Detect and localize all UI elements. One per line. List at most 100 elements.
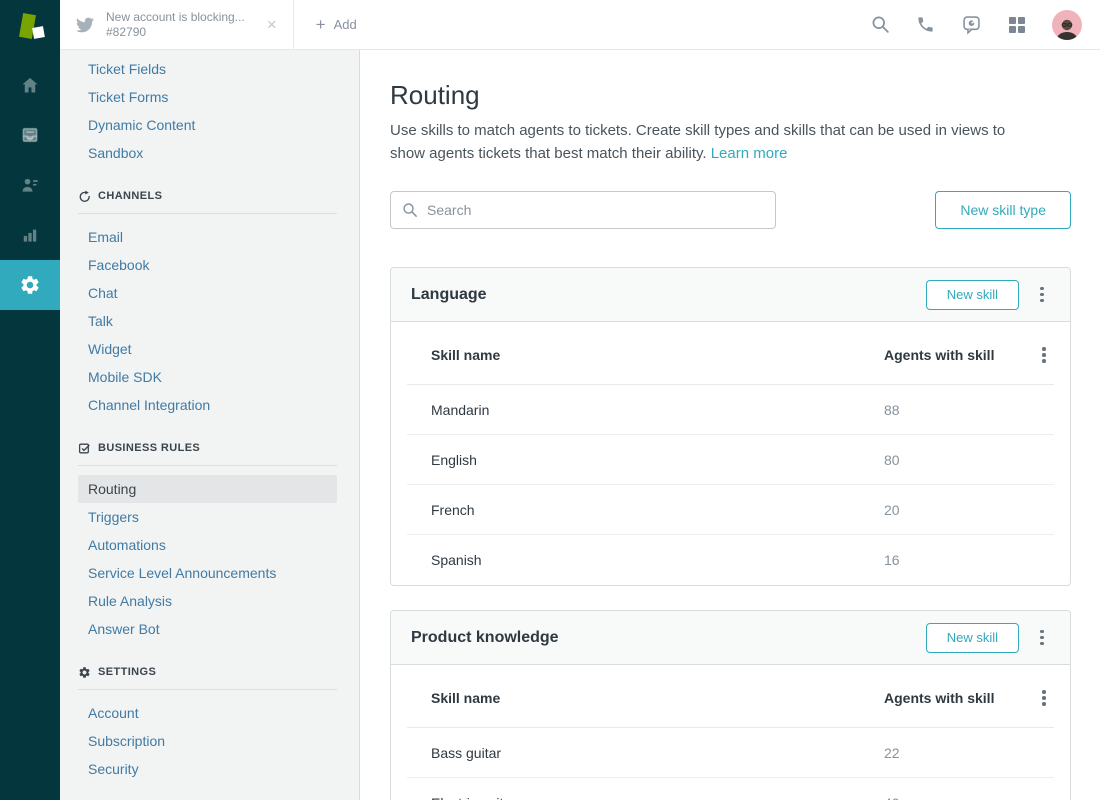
skill-name-cell: French xyxy=(407,502,884,518)
skill-name-cell: Spanish xyxy=(407,552,884,568)
sidebar-item-automations[interactable]: Automations xyxy=(78,531,337,559)
page-description-text: Use skills to match agents to tickets. C… xyxy=(390,122,1005,162)
plus-icon: + xyxy=(316,15,326,35)
add-label: Add xyxy=(334,17,357,32)
table-row[interactable]: Mandarin 88 xyxy=(407,385,1054,435)
column-header-skill-name: Skill name xyxy=(407,347,884,363)
sidebar-item-channel-integration[interactable]: Channel Integration xyxy=(78,391,337,419)
table-row[interactable]: English 80 xyxy=(407,435,1054,485)
topbar: New account is blocking... #82790 × + Ad… xyxy=(0,0,1100,50)
sidebar-item-mobile-sdk[interactable]: Mobile SDK xyxy=(78,363,337,391)
sidebar-section-business-rules: BUSINESS RULES xyxy=(78,438,337,458)
kebab-menu-icon[interactable] xyxy=(1034,343,1054,367)
skill-type-cards: Language New skill Skill name Agents wit… xyxy=(390,267,1071,800)
ticket-tab[interactable]: New account is blocking... #82790 × xyxy=(60,0,294,49)
sidebar-item-triggers[interactable]: Triggers xyxy=(78,503,337,531)
sidebar-item-email[interactable]: Email xyxy=(78,223,337,251)
table-header-row: Skill name Agents with skill xyxy=(407,322,1054,385)
settings-small-icon xyxy=(78,666,91,679)
divider xyxy=(78,689,337,690)
sidebar-item-rule-analysis[interactable]: Rule Analysis xyxy=(78,587,337,615)
table-row[interactable]: French 20 xyxy=(407,485,1054,535)
zendesk-admin-app: New account is blocking... #82790 × + Ad… xyxy=(0,0,1100,800)
chat-icon[interactable] xyxy=(961,14,982,35)
topbar-actions xyxy=(871,0,1100,49)
kebab-menu-icon[interactable] xyxy=(1034,686,1054,710)
card-body: Skill name Agents with skill Mandarin 88… xyxy=(391,322,1070,585)
user-avatar[interactable] xyxy=(1052,10,1082,40)
search-field-wrap xyxy=(390,191,776,229)
tab-title: New account is blocking... xyxy=(106,10,245,25)
page-title: Routing xyxy=(390,80,1071,111)
search-input[interactable] xyxy=(390,191,776,229)
tab-ticket-id: #82790 xyxy=(106,25,245,40)
sidebar-item-service-level-announcements[interactable]: Service Level Announcements xyxy=(78,559,337,587)
sidebar-section-business-rules-label: BUSINESS RULES xyxy=(98,442,200,454)
new-skill-button[interactable]: New skill xyxy=(926,623,1019,653)
skill-type-name: Product knowledge xyxy=(411,629,559,647)
kebab-menu-icon[interactable] xyxy=(1032,626,1052,650)
sidebar-section-settings-label: SETTINGS xyxy=(98,666,156,678)
agents-count-cell: 88 xyxy=(884,402,1030,418)
skill-type-name: Language xyxy=(411,286,487,304)
new-skill-button[interactable]: New skill xyxy=(926,280,1019,310)
agents-count-cell: 40 xyxy=(884,795,1030,800)
column-header-agents-with-skill: Agents with skill xyxy=(884,690,1030,706)
sidebar-item-subscription[interactable]: Subscription xyxy=(78,727,337,755)
content-row: Ticket Fields Ticket Forms Dynamic Conte… xyxy=(0,50,1100,800)
sidebar-item-talk[interactable]: Talk xyxy=(78,307,337,335)
divider xyxy=(78,465,337,466)
card-header: Language New skill xyxy=(391,268,1070,322)
rail-home-icon[interactable] xyxy=(0,60,60,110)
search-icon[interactable] xyxy=(871,15,890,34)
card-body: Skill name Agents with skill Bass guitar… xyxy=(391,665,1070,800)
sidebar-section-channels: CHANNELS xyxy=(78,186,337,206)
tab-text: New account is blocking... #82790 xyxy=(106,10,245,40)
sidebar-item-routing[interactable]: Routing xyxy=(78,475,337,503)
sidebar-item-sandbox[interactable]: Sandbox xyxy=(78,139,337,167)
close-icon[interactable]: × xyxy=(267,15,277,35)
settings-sidebar: Ticket Fields Ticket Forms Dynamic Conte… xyxy=(60,50,360,800)
skill-name-cell: English xyxy=(407,452,884,468)
sidebar-item-security[interactable]: Security xyxy=(78,755,337,783)
table-row[interactable]: Spanish 16 xyxy=(407,535,1054,585)
kebab-menu-icon[interactable] xyxy=(1032,283,1052,307)
table-row[interactable]: Electric guitar 40 xyxy=(407,778,1054,800)
sidebar-item-ticket-forms[interactable]: Ticket Forms xyxy=(78,83,337,111)
sidebar-item-facebook[interactable]: Facebook xyxy=(78,251,337,279)
sidebar-item-ticket-fields[interactable]: Ticket Fields xyxy=(78,55,337,83)
agents-count-cell: 22 xyxy=(884,745,1030,761)
tab-strip: New account is blocking... #82790 × + Ad… xyxy=(60,0,1100,50)
card-header: Product knowledge New skill xyxy=(391,611,1070,665)
search-input-icon xyxy=(402,202,418,218)
column-header-agents-with-skill: Agents with skill xyxy=(884,347,1030,363)
rail-reports-icon[interactable] xyxy=(0,210,60,260)
skill-name-cell: Mandarin xyxy=(407,402,884,418)
product-icon-rail xyxy=(0,50,60,800)
table-row[interactable]: Bass guitar 22 xyxy=(407,728,1054,778)
twitter-icon xyxy=(76,16,94,34)
zendesk-logo-white-shape xyxy=(32,26,45,39)
skill-name-cell: Bass guitar xyxy=(407,745,884,761)
business-rules-icon xyxy=(78,442,91,455)
agents-count-cell: 20 xyxy=(884,502,1030,518)
sidebar-item-answer-bot[interactable]: Answer Bot xyxy=(78,615,337,643)
rail-views-icon[interactable] xyxy=(0,110,60,160)
sidebar-item-account[interactable]: Account xyxy=(78,699,337,727)
rail-settings-gear-icon[interactable] xyxy=(0,260,60,310)
sidebar-section-channels-label: CHANNELS xyxy=(98,190,162,202)
sidebar-item-widget[interactable]: Widget xyxy=(78,335,337,363)
rail-customers-icon[interactable] xyxy=(0,160,60,210)
column-header-skill-name: Skill name xyxy=(407,690,884,706)
learn-more-link[interactable]: Learn more xyxy=(711,145,788,162)
add-tab-button[interactable]: + Add xyxy=(294,0,379,49)
sidebar-item-chat[interactable]: Chat xyxy=(78,279,337,307)
apps-grid-icon[interactable] xyxy=(1008,16,1026,34)
sidebar-section-settings: SETTINGS xyxy=(78,662,337,682)
agents-count-cell: 16 xyxy=(884,552,1030,568)
skill-type-card-language: Language New skill Skill name Agents wit… xyxy=(390,267,1071,586)
sidebar-item-dynamic-content[interactable]: Dynamic Content xyxy=(78,111,337,139)
skill-name-cell: Electric guitar xyxy=(407,795,884,800)
new-skill-type-button[interactable]: New skill type xyxy=(935,191,1071,229)
phone-icon[interactable] xyxy=(916,15,935,34)
